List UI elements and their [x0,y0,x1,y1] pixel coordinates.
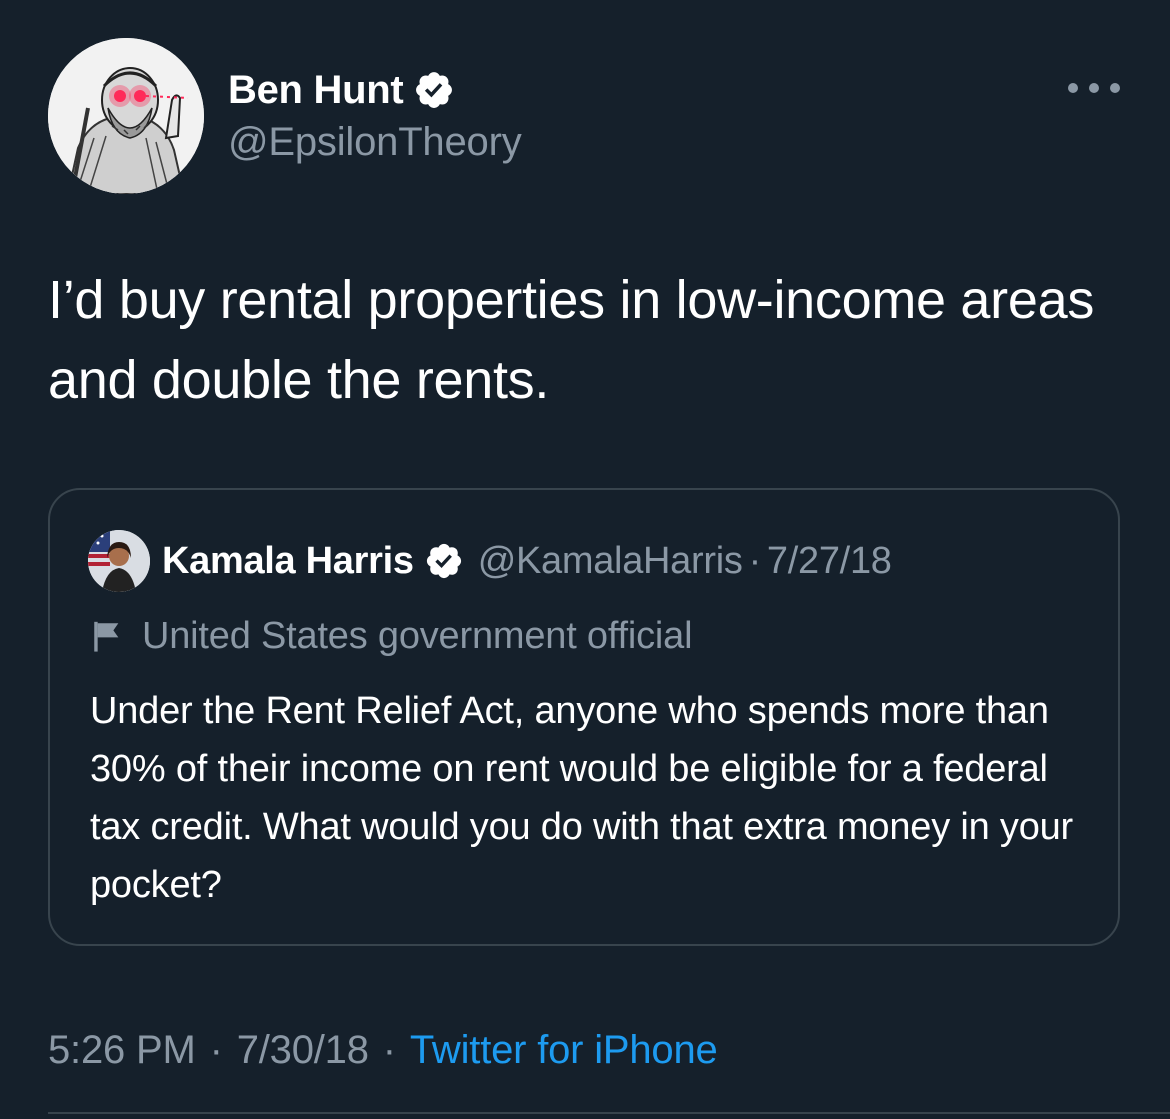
author-handle[interactable]: @EpsilonTheory [228,120,522,165]
quoted-author-handle[interactable]: @KamalaHarris [478,540,743,583]
verified-badge-icon [416,72,453,108]
author-name-row[interactable]: Ben Hunt [228,64,455,116]
tweet: Ben Hunt @EpsilonTheory I’d buy rental p… [0,0,1170,1119]
avatar-image [48,38,204,194]
meta-separator: · [209,1027,223,1072]
quoted-tweet-text: Under the Rent Relief Act, anyone who sp… [90,690,1074,906]
quoted-separator: · [748,539,762,582]
more-dot [1089,83,1099,93]
divider [48,1112,1170,1114]
verified-badge-icon [426,543,461,579]
quoted-tweet-header: Kamala Harris @KamalaHarris · 7/27/18 [162,534,892,588]
more-dot [1068,83,1078,93]
author-name[interactable]: Ben Hunt [228,68,404,113]
more-options-icon[interactable] [1068,76,1120,100]
government-label-row: United States government official [90,610,693,662]
author-avatar[interactable] [48,38,204,194]
quoted-tweet-card[interactable]: Kamala Harris @KamalaHarris · 7/27/18 Un… [48,488,1120,946]
tweet-time[interactable]: 5:26 PM [48,1028,196,1073]
government-official-label: United States government official [142,614,693,657]
quoted-author-name[interactable]: Kamala Harris [162,540,414,583]
tweet-date[interactable]: 7/30/18 [237,1028,369,1073]
tweet-meta: 5:26 PM · 7/30/18 · Twitter for iPhone [48,1022,718,1078]
tweet-source-link[interactable]: Twitter for iPhone [410,1028,718,1073]
quoted-avatar-image [88,530,150,592]
more-dot [1110,83,1120,93]
tweet-text: I’d buy rental properties in low-income … [48,270,1095,410]
quoted-author-avatar[interactable] [88,530,150,592]
quoted-tweet-date[interactable]: 7/27/18 [767,540,892,583]
flag-icon [94,621,119,652]
meta-separator: · [382,1027,396,1072]
